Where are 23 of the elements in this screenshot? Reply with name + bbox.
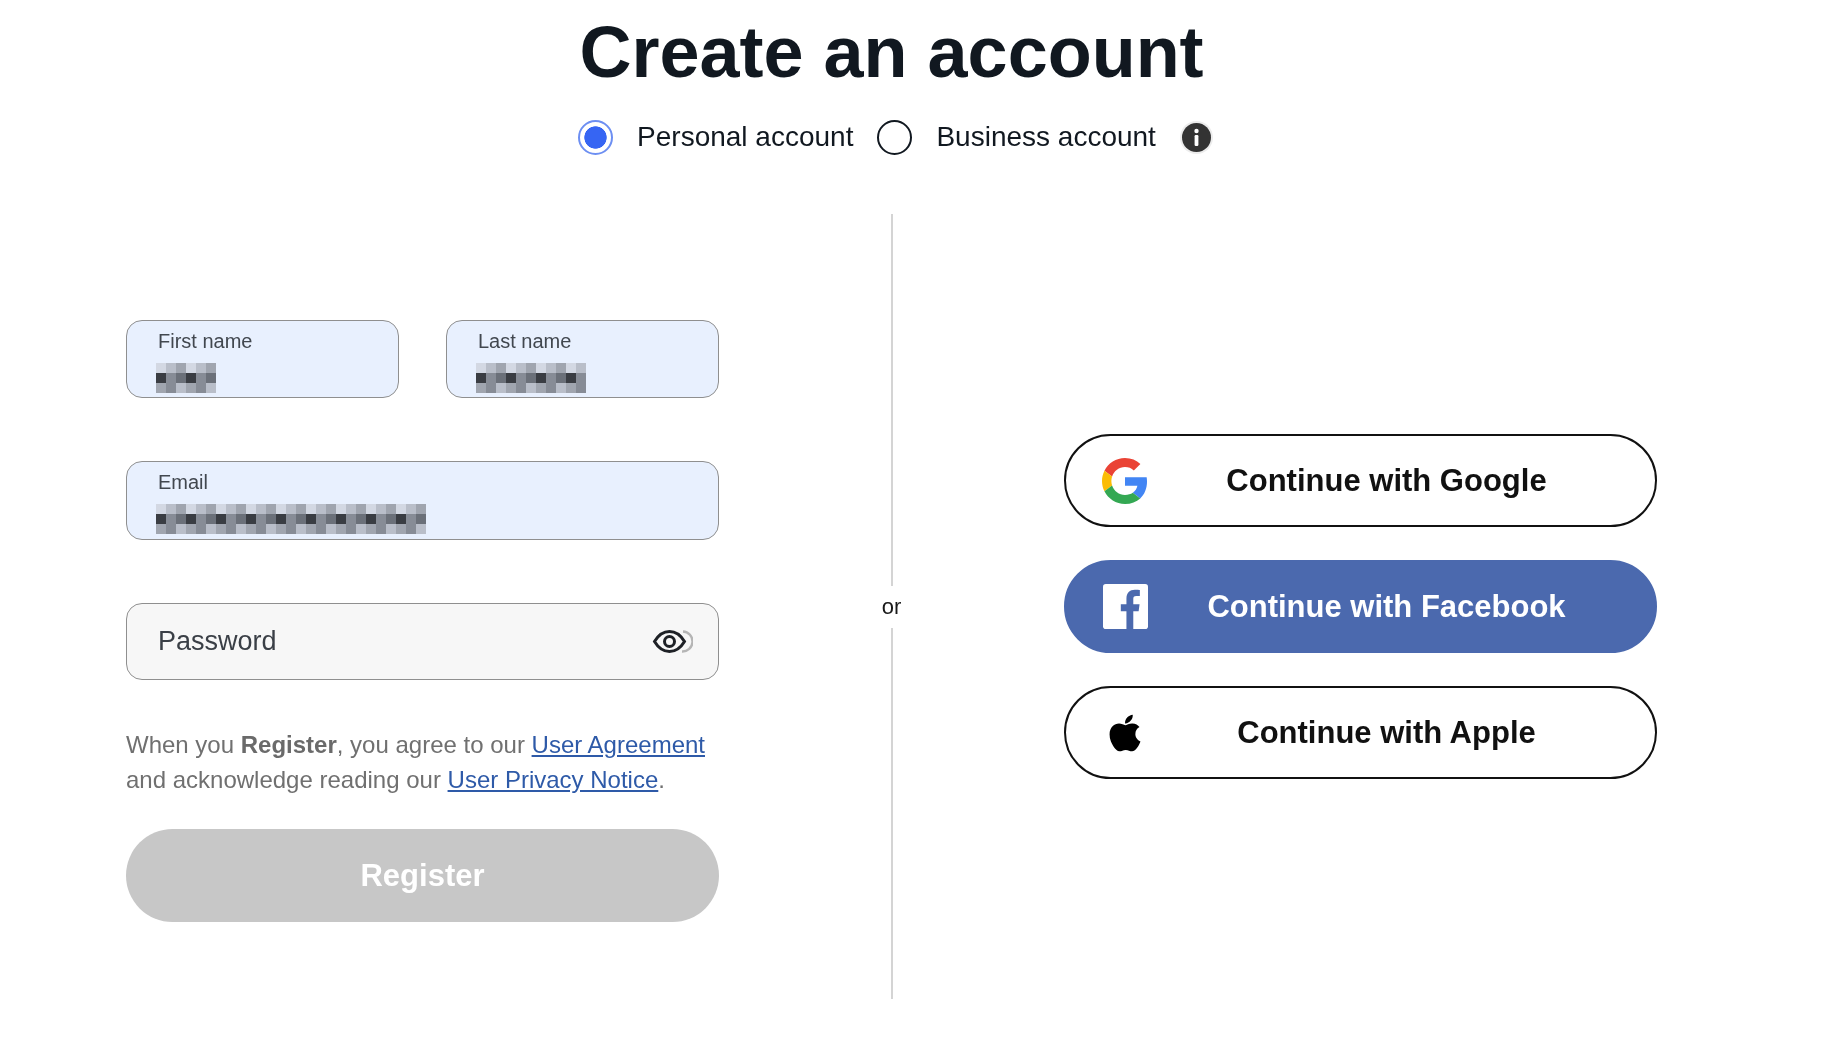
radio-label[interactable]: Personal account [637,119,854,155]
info-icon[interactable] [1179,120,1213,154]
text-field[interactable]: First name [126,320,399,398]
text-link[interactable]: User Privacy Notice [447,766,659,793]
legal-text: When you Register, you agree to our User Agreement and acknowledge reading our User Privacy Notice. [126,730,706,795]
email-field[interactable]: Email [126,461,719,540]
radio-button[interactable] [877,119,913,155]
text-link[interactable]: User Agreement [531,731,705,758]
page-title: Create an account [579,12,1204,92]
field-label: Last name [478,329,572,353]
social-login-button[interactable]: Continue with Google [1064,434,1657,527]
divider-label: or [881,592,902,621]
social-login-button[interactable]: Continue with Facebook [1064,560,1657,653]
radio-label[interactable]: Business account [936,119,1156,155]
social-login-button[interactable]: Continue with Apple [1064,686,1657,779]
field-label: First name [158,329,253,353]
facebook-logo-icon [1102,584,1148,629]
eye-icon[interactable] [652,627,693,656]
google-logo-icon [1102,457,1148,504]
text-field[interactable]: Last name [446,320,719,398]
radio-button[interactable] [578,119,614,155]
field-label: Email [158,470,208,494]
password-field[interactable]: Password [126,603,719,680]
